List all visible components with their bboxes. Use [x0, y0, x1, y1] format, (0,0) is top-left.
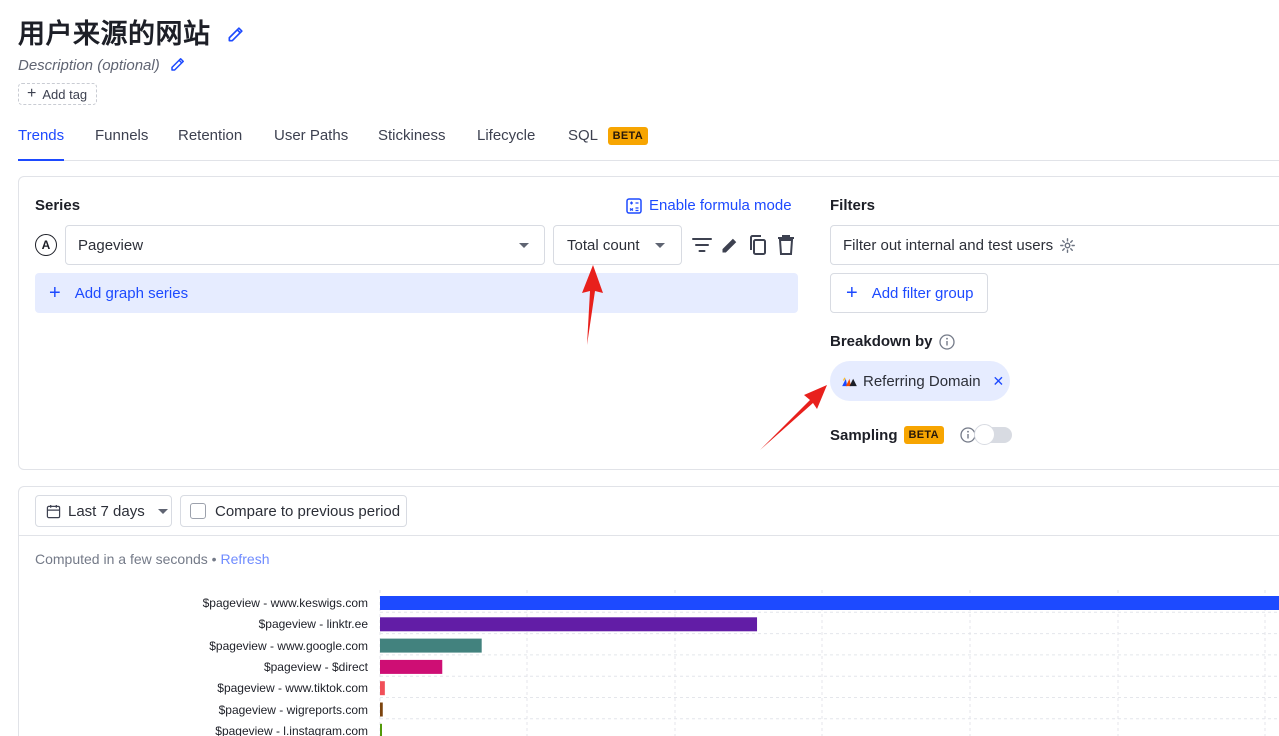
- breakdown-bar-chart: $pageview - www.keswigs.com $pageview - l…: [0, 590, 1279, 736]
- pencil-icon[interactable]: [226, 24, 246, 44]
- date-range-value: Last 7 days: [68, 502, 145, 520]
- separator-dot: •: [211, 551, 217, 567]
- query-panel: [18, 176, 1279, 470]
- bar-label: $pageview - www.tiktok.com: [217, 681, 368, 696]
- add-tag-button[interactable]: + Add tag: [18, 83, 98, 105]
- series-letter-badge: A: [35, 234, 57, 256]
- add-filter-group-label: Add filter group: [871, 284, 974, 302]
- breakdown-chip-label: Referring Domain: [863, 372, 981, 390]
- plus-icon: +: [27, 85, 37, 102]
- tab-lifecycle[interactable]: Lifecycle: [477, 127, 535, 161]
- property-icon: [842, 377, 857, 386]
- bar-label: $pageview - l.instagram.com: [215, 723, 368, 736]
- edit-icon[interactable]: [720, 235, 740, 255]
- bar[interactable]: [380, 596, 1279, 610]
- event-select[interactable]: Pageview: [65, 225, 545, 265]
- series-heading: Series: [35, 197, 81, 214]
- bar-label: $pageview - $direct: [263, 659, 368, 674]
- description-field[interactable]: Description (optional): [18, 55, 187, 74]
- annotation-arrow: [760, 385, 827, 450]
- add-graph-series-button[interactable]: + Add graph series: [35, 273, 798, 313]
- plus-icon: +: [49, 282, 61, 304]
- tab-user-paths[interactable]: User Paths: [274, 127, 348, 161]
- bar[interactable]: [380, 617, 758, 632]
- duplicate-icon[interactable]: [748, 234, 768, 256]
- chevron-down-icon: [519, 243, 529, 248]
- description-placeholder: Description (optional): [18, 57, 160, 74]
- pencil-icon[interactable]: [169, 55, 187, 73]
- calendar-icon: [46, 504, 61, 518]
- divider: [19, 535, 1279, 536]
- toggle-knob: [974, 424, 995, 445]
- date-range-select[interactable]: Last 7 days: [35, 495, 172, 527]
- annotation-arrow: [582, 265, 603, 345]
- bar[interactable]: [380, 702, 383, 717]
- tab-retention[interactable]: Retention: [178, 127, 242, 161]
- beta-badge: BETA: [607, 127, 648, 145]
- sampling-toggle[interactable]: [974, 424, 1012, 445]
- chevron-down-icon: [655, 243, 665, 248]
- checkbox[interactable]: [190, 503, 206, 519]
- insight-tabs: Trends Funnels Retention User Paths Stic…: [18, 127, 1279, 161]
- formula-label: Enable formula mode: [649, 197, 792, 214]
- refresh-link[interactable]: Refresh: [220, 551, 269, 567]
- tab-funnels[interactable]: Funnels: [95, 127, 148, 161]
- trash-icon[interactable]: [777, 234, 795, 256]
- event-select-value: Pageview: [78, 236, 144, 254]
- bar-label: $pageview - www.google.com: [209, 638, 368, 653]
- bar[interactable]: [380, 681, 385, 696]
- calculator-icon: [626, 197, 642, 214]
- bar-label: $pageview - linktr.ee: [258, 617, 368, 632]
- page-title: 用户来源的网站: [18, 19, 211, 50]
- beta-badge: BETA: [903, 426, 944, 444]
- tab-stickiness[interactable]: Stickiness: [378, 127, 446, 161]
- internal-filter-label: Filter out internal and test users: [843, 236, 1054, 254]
- breakdown-heading: Breakdown by: [830, 333, 955, 350]
- add-filter-group-button[interactable]: + Add filter group: [830, 273, 988, 313]
- enable-formula-button[interactable]: Enable formula mode: [626, 197, 792, 214]
- plus-icon: +: [846, 282, 858, 304]
- info-icon[interactable]: [938, 333, 955, 350]
- compare-label: Compare to previous period: [215, 502, 401, 520]
- tab-trends[interactable]: Trends: [18, 127, 64, 161]
- bar[interactable]: [380, 723, 382, 736]
- breakdown-chip[interactable]: Referring Domain ✕: [830, 361, 1010, 401]
- insight-title: 用户来源的网站: [18, 12, 246, 51]
- tab-sql[interactable]: SQL BETA: [568, 127, 648, 161]
- gear-icon[interactable]: [1059, 237, 1076, 254]
- chart-svg: [379, 590, 1279, 736]
- bar[interactable]: [380, 638, 482, 653]
- computed-status: Computed in a few seconds • Refresh: [35, 551, 269, 567]
- bar[interactable]: [380, 659, 443, 674]
- bar-label: $pageview - www.keswigs.com: [202, 596, 368, 610]
- aggregation-value: Total count: [567, 236, 640, 254]
- compare-checkbox-button[interactable]: Compare to previous period: [180, 495, 407, 527]
- computed-text: Computed in a few seconds: [35, 551, 208, 567]
- sampling-heading: Sampling BETA: [830, 426, 976, 444]
- add-tag-label: Add tag: [42, 86, 88, 102]
- add-series-label: Add graph series: [74, 284, 189, 302]
- close-icon[interactable]: ✕: [993, 373, 1005, 390]
- internal-users-filter[interactable]: Filter out internal and test users: [830, 225, 1279, 265]
- bar-label: $pageview - wigreports.com: [218, 702, 368, 717]
- chevron-down-icon: [157, 508, 168, 514]
- filter-icon[interactable]: [692, 236, 712, 254]
- filters-heading: Filters: [830, 197, 876, 214]
